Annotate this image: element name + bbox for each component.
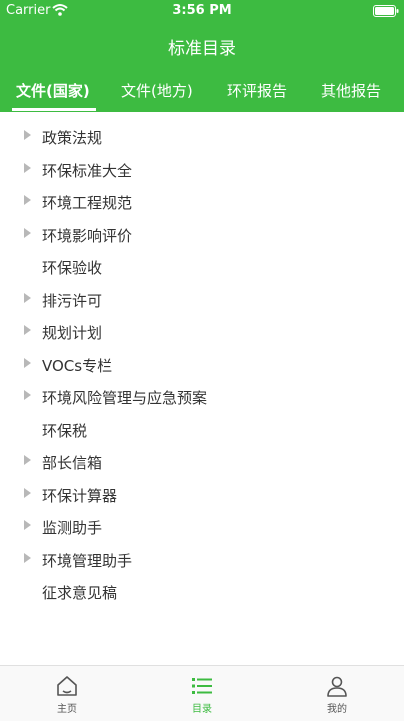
expand-arrow-icon — [24, 292, 31, 303]
bottom-tab-catalog-label: 目录 — [192, 704, 212, 715]
expand-arrow-icon — [24, 455, 31, 465]
expand-arrow-icon — [24, 195, 31, 205]
list-item-label: 环保税 — [42, 421, 88, 440]
list-item-label: 环境影响评价 — [42, 226, 133, 245]
category-tabs: 文件(国家) 文件(地方) 环评报告 其他报告 — [0, 68, 404, 112]
list-item[interactable]: 征求意见稿 — [0, 575, 404, 608]
list-item[interactable]: 部长信箱 — [0, 445, 404, 478]
list-item-label: 环保验收 — [42, 259, 103, 277]
list-item[interactable]: 环境管理助手 — [0, 543, 404, 576]
bottom-tab-home-label: 主页 — [57, 704, 77, 715]
bottom-tab-catalog[interactable]: 目录 — [135, 666, 269, 721]
list-item[interactable]: 环保标准大全 — [0, 153, 404, 186]
list-item[interactable]: 规划计划 — [0, 315, 404, 348]
list-item-label: 规划计划 — [42, 324, 103, 342]
list-item-label: 排污许可 — [42, 291, 103, 310]
list-item[interactable]: 环境风险管理与应急预案 — [0, 380, 404, 413]
expand-arrow-icon — [24, 357, 31, 368]
user-icon — [327, 676, 347, 697]
list-item[interactable]: 政策法规 — [0, 120, 404, 153]
list-item[interactable]: 排污许可 — [0, 283, 404, 316]
bottom-tab-profile[interactable]: 我的 — [270, 666, 404, 721]
list-item[interactable]: 监测助手 — [0, 510, 404, 543]
list-item-label: VOCs专栏 — [42, 356, 113, 375]
expand-arrow-icon — [24, 130, 31, 140]
list-item-label: 征求意见稿 — [42, 584, 118, 602]
list-item-label: 监测助手 — [42, 519, 103, 537]
list-item-label: 政策法规 — [42, 129, 103, 147]
list-item-label: 环境工程规范 — [42, 194, 133, 212]
home-icon — [57, 676, 77, 696]
list-item[interactable]: 环保验收 — [0, 250, 404, 283]
expand-arrow-icon — [24, 552, 31, 563]
expand-arrow-icon — [24, 162, 31, 173]
tab-other-reports[interactable]: 其他报告 — [321, 80, 381, 101]
expand-arrow-icon — [24, 520, 31, 530]
expand-arrow-icon — [24, 227, 31, 238]
list-item-label: 环保标准大全 — [42, 161, 133, 180]
bottom-tab-home[interactable]: 主页 — [0, 666, 134, 721]
active-tab-indicator — [12, 108, 96, 111]
list-item-label: 部长信箱 — [42, 454, 103, 472]
list-item-label: 环保计算器 — [42, 486, 118, 505]
list-item-label: 环境风险管理与应急预案 — [42, 389, 208, 407]
list-item[interactable]: 环保税 — [0, 413, 404, 446]
page-title: 标准目录 — [168, 39, 236, 59]
list-item[interactable]: 环境工程规范 — [0, 185, 404, 218]
expand-arrow-icon — [24, 487, 31, 498]
bottom-tab-bar: 主页 目录 我的 — [0, 665, 404, 721]
expand-arrow-icon — [24, 390, 31, 400]
catalog-list: 政策法规环保标准大全 环境工程规范 环境影响评价 环保验收排污许可规划计划 VOCs专栏… — [0, 120, 404, 608]
list-item[interactable]: 环境影响评价 — [0, 218, 404, 251]
expand-arrow-icon — [24, 325, 31, 335]
list-icon — [192, 678, 212, 694]
tab-local-documents[interactable]: 文件(地方) — [121, 80, 193, 101]
status-bar: Carrier 3:56 PM — [0, 0, 404, 22]
list-item[interactable]: 环保计算器 — [0, 478, 404, 511]
tab-eia-reports[interactable]: 环评报告 — [227, 80, 287, 101]
battery-icon — [373, 5, 399, 17]
list-item[interactable]: VOCs专栏 — [0, 348, 404, 381]
bottom-tab-profile-label: 我的 — [327, 704, 347, 715]
status-time: 3:56 PM — [172, 3, 232, 18]
tab-national-documents[interactable]: 文件(国家) — [16, 80, 90, 101]
nav-bar: 标准目录 — [0, 22, 404, 68]
list-item-label: 环境管理助手 — [42, 551, 133, 570]
